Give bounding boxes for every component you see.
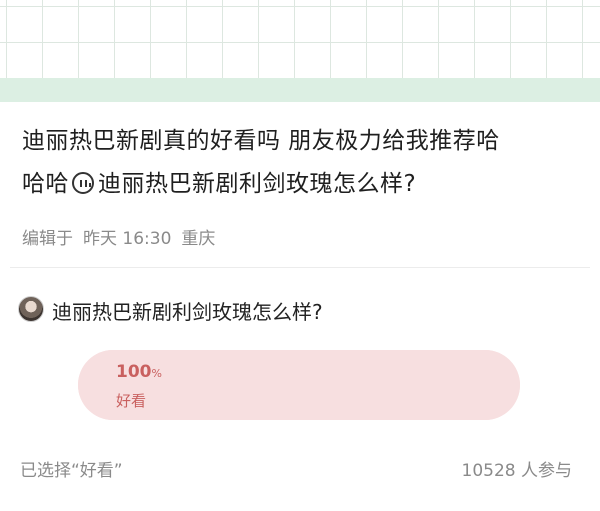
post-location: 重庆 (181, 229, 216, 249)
post-line-2-prefix: 哈哈 (22, 171, 69, 197)
post-time: 昨天 16:30 (83, 229, 172, 249)
post-text: 迪丽热巴新剧真的好看吗 朋友极力给我推荐哈 哈哈 迪丽热巴新剧利剑玫瑰怎么样? (22, 120, 582, 206)
poll-question: 迪丽热巴新剧利剑玫瑰怎么样? (52, 300, 323, 324)
participant-count: 10528 人参与 (461, 461, 572, 481)
edited-label: 编辑于 (22, 229, 73, 249)
post-line-2: 哈哈 迪丽热巴新剧利剑玫瑰怎么样? (22, 163, 582, 206)
grid-paper-pattern (0, 0, 600, 78)
avatar (18, 296, 44, 322)
speech-bubble-emoji-icon (72, 172, 94, 194)
divider (10, 267, 590, 268)
poll-option-button[interactable]: 100% 好看 (78, 350, 520, 420)
poll-option-percent: 100% (116, 362, 162, 382)
post-line-1: 迪丽热巴新剧真的好看吗 朋友极力给我推荐哈 (22, 128, 500, 154)
poll-option-label: 好看 (116, 392, 147, 410)
header-banner (0, 0, 600, 102)
post-meta: 编辑于 昨天 16:30 重庆 (22, 224, 225, 249)
selected-option-note: 已选择“好看” (20, 461, 123, 481)
poll-option-percent-unit: % (151, 367, 162, 380)
post-line-2-suffix: 迪丽热巴新剧利剑玫瑰怎么样? (98, 171, 417, 197)
poll-option-percent-value: 100 (116, 362, 152, 382)
